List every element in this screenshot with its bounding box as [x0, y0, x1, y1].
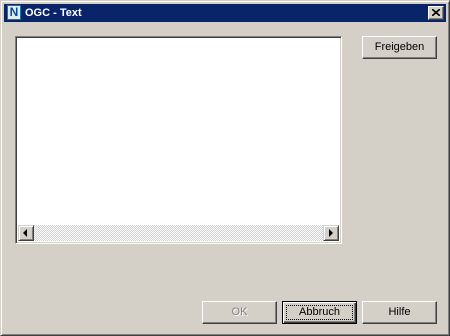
window-title: OGC - Text: [25, 7, 82, 19]
text-input-area[interactable]: [15, 36, 342, 244]
release-button[interactable]: Freigeben: [362, 36, 437, 59]
dialog-window: N OGC - Text Freigeben OK Abbruch Hilfe: [0, 0, 450, 336]
arrow-left-icon: [23, 229, 27, 237]
arrow-right-icon: [329, 229, 333, 237]
ok-button[interactable]: OK: [202, 301, 277, 324]
horizontal-scrollbar[interactable]: [18, 225, 339, 241]
scroll-right-button[interactable]: [323, 225, 339, 241]
help-button[interactable]: Hilfe: [362, 301, 437, 324]
cancel-button[interactable]: Abbruch: [282, 301, 357, 324]
close-button[interactable]: [428, 6, 444, 20]
scroll-left-button[interactable]: [18, 225, 34, 241]
close-icon: [432, 9, 440, 16]
title-bar[interactable]: N OGC - Text: [4, 4, 446, 22]
app-icon: N: [7, 5, 21, 20]
text-content[interactable]: [19, 39, 338, 223]
cancel-button-label: Abbruch: [299, 306, 340, 318]
